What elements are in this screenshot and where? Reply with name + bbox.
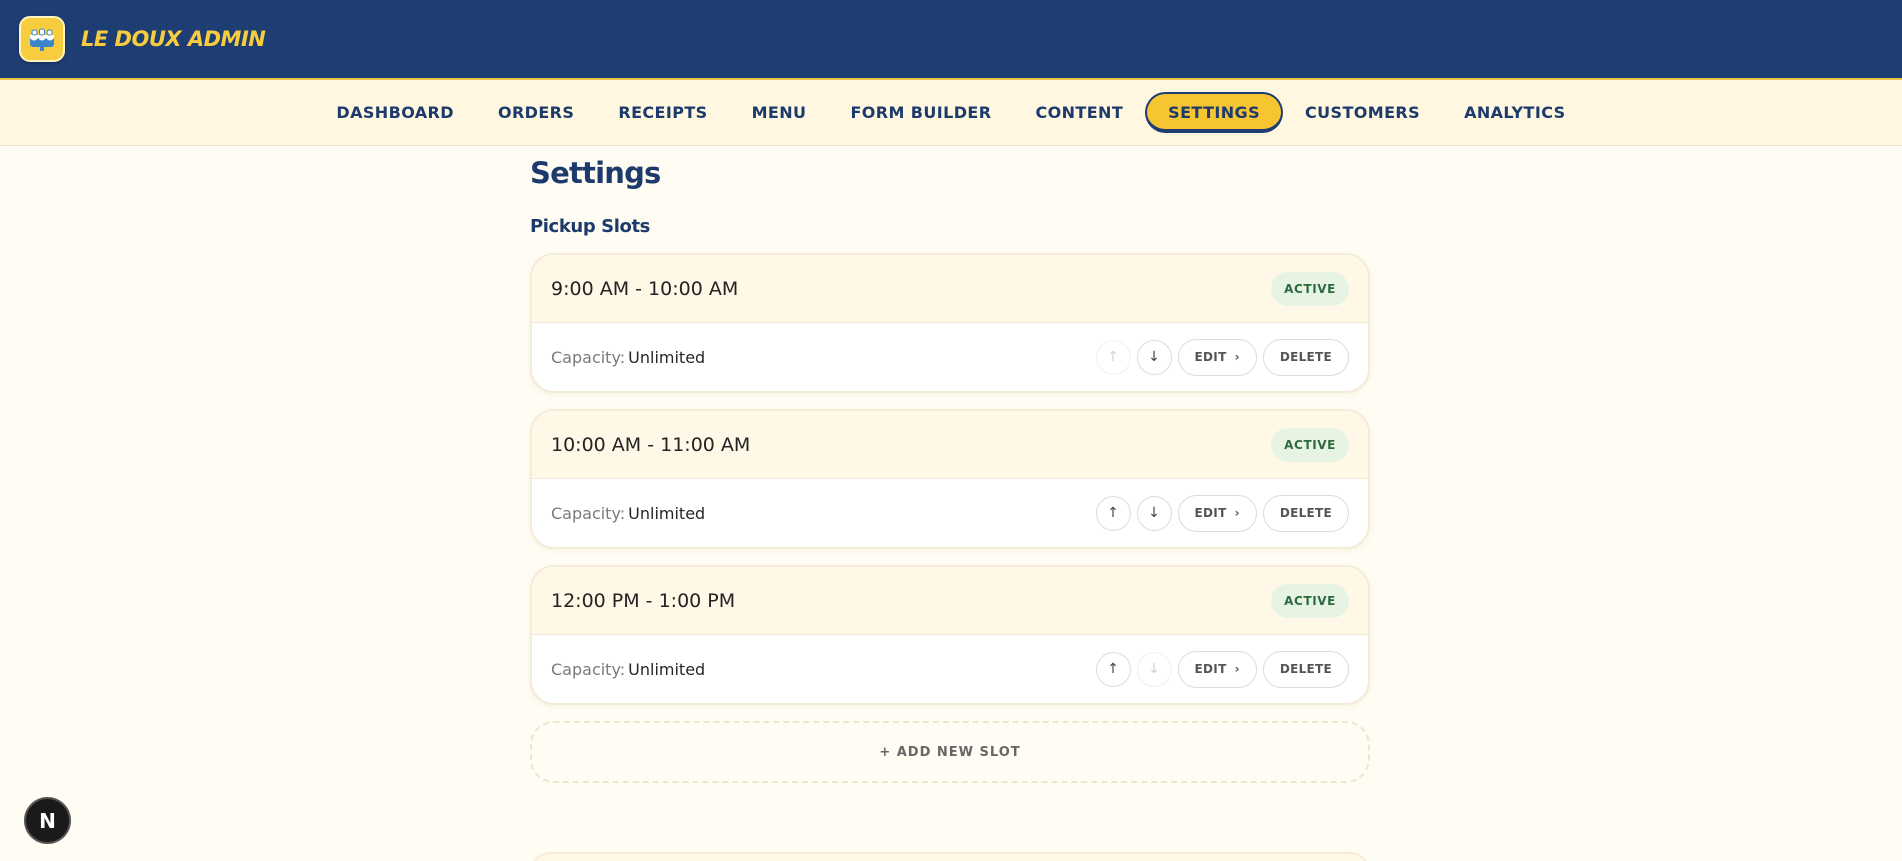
pickup-slot-card: 12:00 PM - 1:00 PM ACTIVE Capacity: Unlim… — [530, 565, 1370, 705]
edit-button[interactable]: EDIT › — [1177, 494, 1257, 532]
nav-item-customers[interactable]: CUSTOMERS — [1283, 93, 1442, 132]
section-title-pickup-slots: Pickup Slots — [530, 216, 650, 237]
nextjs-icon[interactable]: N — [24, 797, 71, 844]
slot-header: 10:00 AM - 11:00 AM ACTIVE — [532, 411, 1368, 479]
slot-body: Capacity: Unlimited ↑ ↓ EDIT › DELETE — [532, 323, 1368, 391]
status-badge: ACTIVE — [1271, 583, 1349, 618]
chevron-right-icon: › — [1234, 506, 1240, 520]
nav-item-menu[interactable]: MENU — [730, 93, 829, 132]
settings-main: Settings Pickup Slots 9:00 AM - 10:00 AM… — [530, 147, 1370, 783]
edit-label: EDIT — [1194, 506, 1227, 520]
move-down-button[interactable]: ↓ — [1136, 495, 1172, 531]
main-nav: DASHBOARD ORDERS RECEIPTS MENU FORM BUIL… — [0, 80, 1902, 146]
add-new-slot-button[interactable]: + ADD NEW SLOT — [530, 721, 1370, 783]
status-badge: ACTIVE — [1271, 271, 1349, 306]
arrow-down-icon: ↓ — [1148, 505, 1160, 521]
pickup-slot-card: 9:00 AM - 10:00 AM ACTIVE Capacity: Unlim… — [530, 253, 1370, 393]
capacity-info: Capacity: Unlimited — [551, 660, 705, 679]
delete-button[interactable]: DELETE — [1262, 494, 1349, 532]
nav-item-dashboard[interactable]: DASHBOARD — [314, 93, 476, 132]
status-badge: ACTIVE — [1271, 427, 1349, 462]
delete-button[interactable]: DELETE — [1262, 650, 1349, 688]
cake-logo-icon[interactable] — [19, 16, 65, 62]
brand-name[interactable]: LE DOUX ADMIN — [81, 27, 266, 51]
move-up-button[interactable]: ↑ — [1095, 495, 1131, 531]
slot-body: Capacity: Unlimited ↑ ↓ EDIT › DELETE — [532, 635, 1368, 703]
top-bar: LE DOUX ADMIN — [0, 0, 1902, 80]
nav-item-orders[interactable]: ORDERS — [476, 93, 596, 132]
slot-header: 12:00 PM - 1:00 PM ACTIVE — [532, 567, 1368, 635]
move-up-button[interactable]: ↑ — [1095, 651, 1131, 687]
delete-button[interactable]: DELETE — [1262, 338, 1349, 376]
edit-label: EDIT — [1194, 350, 1227, 364]
capacity-info: Capacity: Unlimited — [551, 348, 705, 367]
page-title: Settings — [530, 156, 661, 190]
slot-time: 12:00 PM - 1:00 PM — [551, 589, 736, 612]
pickup-slot-card: 10:00 AM - 11:00 AM ACTIVE Capacity: Unli… — [530, 409, 1370, 549]
slot-actions: ↑ ↓ EDIT › DELETE — [1095, 650, 1349, 688]
move-down-button[interactable]: ↓ — [1136, 339, 1172, 375]
nav-item-content[interactable]: CONTENT — [1013, 93, 1145, 132]
next-section-card — [530, 852, 1370, 861]
move-up-button[interactable]: ↑ — [1095, 339, 1131, 375]
edit-button[interactable]: EDIT › — [1177, 650, 1257, 688]
slot-time: 10:00 AM - 11:00 AM — [551, 433, 751, 456]
capacity-value: Unlimited — [628, 659, 706, 679]
nav-item-settings[interactable]: SETTINGS — [1145, 92, 1283, 133]
arrow-down-icon: ↓ — [1148, 349, 1160, 365]
slot-body: Capacity: Unlimited ↑ ↓ EDIT › DELETE — [532, 479, 1368, 547]
arrow-up-icon: ↑ — [1107, 505, 1119, 521]
slot-time: 9:00 AM - 10:00 AM — [551, 277, 739, 300]
slot-actions: ↑ ↓ EDIT › DELETE — [1095, 494, 1349, 532]
arrow-down-icon: ↓ — [1148, 661, 1160, 677]
capacity-label: Capacity: — [551, 659, 626, 679]
chevron-right-icon: › — [1234, 662, 1240, 676]
capacity-value: Unlimited — [628, 347, 706, 367]
nav-item-analytics[interactable]: ANALYTICS — [1442, 93, 1587, 132]
chevron-right-icon: › — [1234, 350, 1240, 364]
arrow-up-icon: ↑ — [1107, 349, 1119, 365]
arrow-up-icon: ↑ — [1107, 661, 1119, 677]
nav-item-form-builder[interactable]: FORM BUILDER — [828, 93, 1013, 132]
move-down-button[interactable]: ↓ — [1136, 651, 1172, 687]
capacity-label: Capacity: — [551, 347, 626, 367]
edit-label: EDIT — [1194, 662, 1227, 676]
capacity-label: Capacity: — [551, 503, 626, 523]
edit-button[interactable]: EDIT › — [1177, 338, 1257, 376]
nav-item-receipts[interactable]: RECEIPTS — [596, 93, 729, 132]
capacity-value: Unlimited — [628, 503, 706, 523]
capacity-info: Capacity: Unlimited — [551, 504, 705, 523]
slot-actions: ↑ ↓ EDIT › DELETE — [1095, 338, 1349, 376]
slot-header: 9:00 AM - 10:00 AM ACTIVE — [532, 255, 1368, 323]
